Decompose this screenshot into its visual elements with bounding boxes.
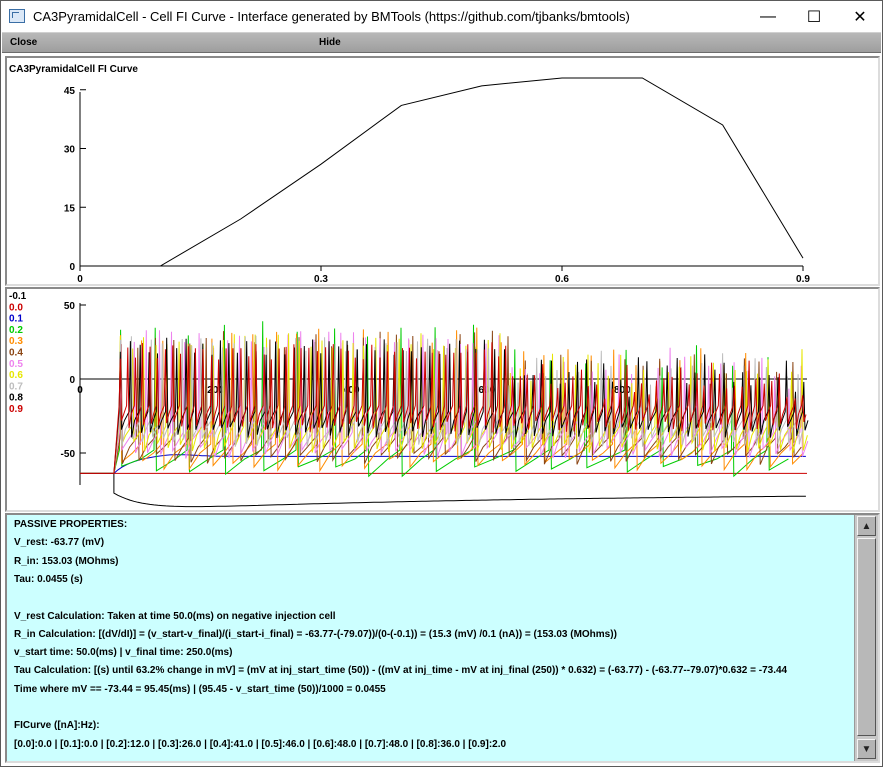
minimize-button[interactable]: — <box>745 1 791 32</box>
legend-entry--0.1: -0.1 <box>9 291 27 302</box>
v-x-tick-label: 800 <box>614 385 631 396</box>
legend-entry-0.1: 0.1 <box>9 314 23 325</box>
fi-y-tick-label: 30 <box>64 145 76 156</box>
info-line: [0.0]:0.0 | [0.1]:0.0 | [0.2]:12.0 | [0.… <box>14 738 507 750</box>
voltage-trace-graph[interactable]: 50 0 -50 0 200 400 600 800 -0.1 0.0 0.1 0.2 0.3 0.4 0.… <box>5 287 880 512</box>
app-window: CA3PyramidalCell - Cell FI Curve - Inter… <box>0 0 883 767</box>
info-line: V_rest Calculation: Taken at time 50.0(m… <box>14 610 336 622</box>
fi-curve-graph[interactable]: CA3PyramidalCell FI Curve 45 30 15 0 0 0.3 0.6 0… <box>5 56 880 286</box>
v-y-tick-label: -50 <box>61 449 76 460</box>
scroll-up-button[interactable]: ▲ <box>857 516 876 536</box>
fi-curve-plot: CA3PyramidalCell FI Curve 45 30 15 00 0.3 0.6 0… <box>9 64 810 284</box>
info-line: R_in Calculation: [(dV/dI)] = (v_start-v… <box>14 628 617 640</box>
info-line: v_start time: 50.0(ms) | v_final time: 2… <box>14 647 233 659</box>
fi-curve-line <box>80 77 804 267</box>
legend-entry-0.0: 0.0 <box>9 302 23 313</box>
fi-y-tick-label: 45 <box>64 86 76 97</box>
info-line: PASSIVE PROPERTIES: <box>14 519 128 530</box>
menu-hide-button[interactable]: Hide <box>319 37 341 48</box>
trace--0.1 <box>80 472 806 508</box>
v-y-tick-label: 50 <box>64 301 76 312</box>
fi-x-tick-label: 0.9 <box>796 274 810 284</box>
legend-entry-0.5: 0.5 <box>9 359 23 370</box>
fi-chart-title: CA3PyramidalCell FI Curve <box>9 64 138 75</box>
legend-entry-0.8: 0.8 <box>9 393 23 404</box>
voltage-trace-plot: 500-500 200 400 600 800-0.10.00.10.20.30.40.… <box>9 291 809 508</box>
v-y-tick-label: 0 <box>69 375 75 386</box>
legend-entry-0.3: 0.3 <box>9 336 23 347</box>
fi-x-tick-label: 0.3 <box>314 274 328 284</box>
window-app-icon <box>9 9 25 23</box>
legend-entry-0.4: 0.4 <box>9 348 23 359</box>
info-line: Tau Calculation: [(s) until 63.2% change… <box>14 665 788 677</box>
window-title: CA3PyramidalCell - Cell FI Curve - Inter… <box>33 9 630 24</box>
scroll-thumb[interactable] <box>857 538 876 736</box>
info-line: V_rest: -63.77 (mV) <box>14 537 105 549</box>
info-line: R_in: 153.03 (MOhms) <box>14 555 119 567</box>
info-line: Time where mV == -73.44 = 95.45(ms) | (9… <box>14 683 386 695</box>
fi-y-tick-label: 0 <box>69 262 75 273</box>
title-bar[interactable]: CA3PyramidalCell - Cell FI Curve - Inter… <box>1 1 882 32</box>
legend-entry-0.2: 0.2 <box>9 325 23 336</box>
scroll-down-button[interactable]: ▼ <box>857 739 876 759</box>
vertical-scrollbar[interactable]: ▲ ▼ <box>854 515 878 761</box>
legend-entry-0.9: 0.9 <box>9 404 23 415</box>
menu-close-button[interactable]: Close <box>10 37 37 48</box>
info-line: Tau: 0.0455 (s) <box>14 573 83 585</box>
info-line: FICurve ([nA]:Hz): <box>14 720 100 732</box>
v-x-tick-label: 0 <box>77 385 83 396</box>
menu-bar: Close Hide <box>2 32 881 53</box>
legend-entry-0.6: 0.6 <box>9 370 23 381</box>
fi-x-tick-label: 0 <box>77 274 83 284</box>
fi-y-tick-label: 15 <box>64 203 76 214</box>
legend-entry-0.7: 0.7 <box>9 381 23 392</box>
passive-properties-panel[interactable]: PASSIVE PROPERTIES: V_rest: -63.77 (mV) R_… <box>5 513 880 763</box>
fi-x-tick-label: 0.6 <box>555 274 569 284</box>
close-window-button[interactable]: ✕ <box>837 1 883 32</box>
maximize-button[interactable]: ☐ <box>791 1 837 32</box>
